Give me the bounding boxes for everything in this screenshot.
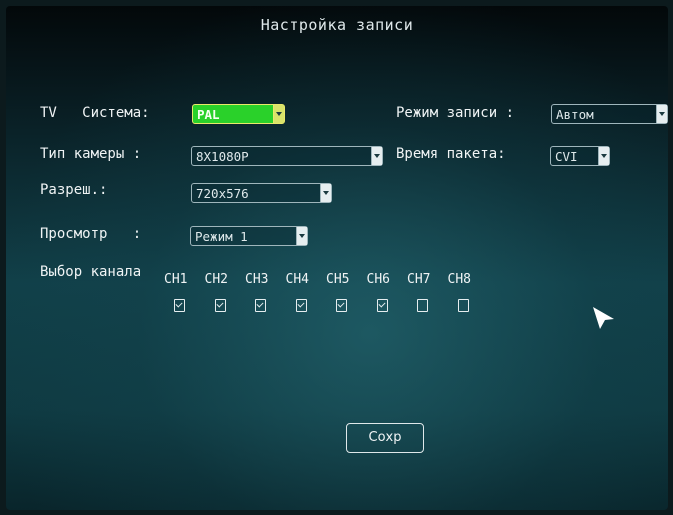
resolution-label: Разреш.: xyxy=(40,182,108,198)
channel-checkbox[interactable] xyxy=(295,299,307,312)
channel-label: CH4 xyxy=(285,272,309,287)
chevron-down-icon[interactable] xyxy=(273,105,284,123)
packet-time-label: Время пакета: xyxy=(396,146,506,162)
channel-select-label: Выбор канала xyxy=(40,264,142,280)
channel-label: CH1 xyxy=(164,272,188,287)
record-mode-label: Режим записи : xyxy=(396,105,515,121)
camera-type-dropdown[interactable]: 8X1080P xyxy=(191,146,383,166)
page-title: Настройка записи xyxy=(260,16,414,34)
channel-label: CH6 xyxy=(366,272,390,287)
record-mode-value: Автом xyxy=(556,107,594,122)
preview-value: Режим 1 xyxy=(195,229,248,244)
packet-time-value: CVI xyxy=(555,149,578,164)
preview-label: Просмотр : xyxy=(40,226,142,242)
resolution-dropdown[interactable]: 720x576 xyxy=(191,183,332,203)
save-button[interactable]: Сохр xyxy=(346,423,424,453)
preview-dropdown[interactable]: Режим 1 xyxy=(190,226,308,246)
chevron-down-icon[interactable] xyxy=(656,105,667,123)
packet-time-dropdown[interactable]: CVI xyxy=(550,146,610,166)
osd-screen: Настройка записи TV Система: PAL Режим з… xyxy=(6,6,668,510)
channel-label: CH5 xyxy=(326,272,350,287)
camera-type-label: Тип камеры : xyxy=(40,146,142,162)
channel-checkbox[interactable] xyxy=(336,299,347,312)
channel-checkbox[interactable] xyxy=(417,299,428,312)
channel-label: CH3 xyxy=(245,272,269,287)
camera-type-value: 8X1080P xyxy=(196,149,249,164)
channel-checkbox[interactable] xyxy=(214,299,226,312)
chevron-down-icon[interactable] xyxy=(320,184,331,202)
channel-checkbox[interactable] xyxy=(174,299,185,312)
chevron-down-icon[interactable] xyxy=(598,147,609,165)
channel-checkbox[interactable] xyxy=(457,299,469,312)
chevron-down-icon[interactable] xyxy=(371,147,382,165)
tv-system-value: PAL xyxy=(197,107,220,122)
mouse-pointer-icon xyxy=(593,307,614,329)
channel-checkbox[interactable] xyxy=(255,299,266,312)
chevron-down-icon[interactable] xyxy=(296,227,307,245)
channel-label: CH2 xyxy=(204,272,228,287)
channel-label: CH7 xyxy=(407,272,431,287)
record-mode-dropdown[interactable]: Автом xyxy=(551,104,668,124)
channel-checkbox[interactable] xyxy=(376,299,388,312)
tv-system-dropdown[interactable]: PAL xyxy=(192,104,285,124)
tv-system-label: TV Система: xyxy=(40,105,150,121)
channel-label: CH8 xyxy=(447,272,471,287)
resolution-value: 720x576 xyxy=(196,186,249,201)
